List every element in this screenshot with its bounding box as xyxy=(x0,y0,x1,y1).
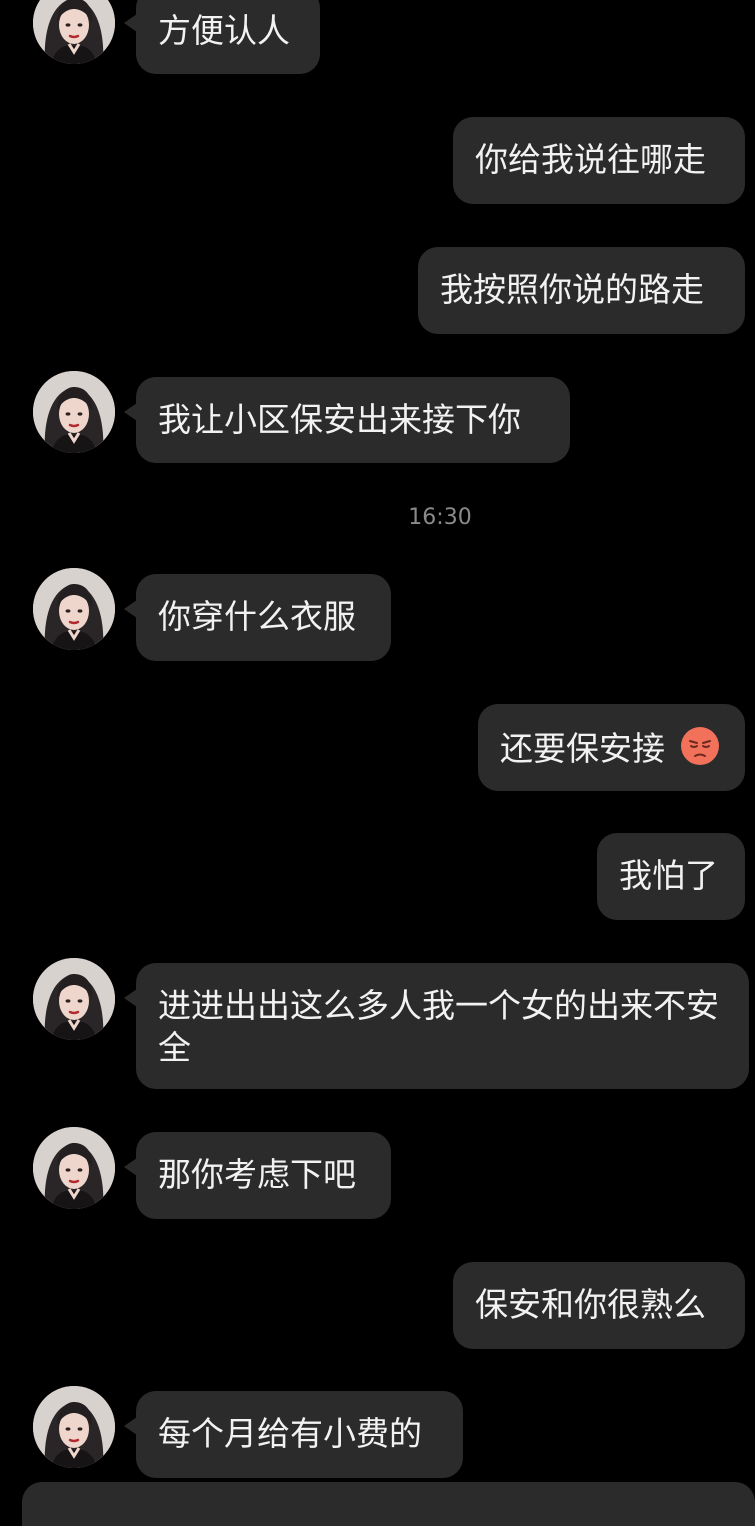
message-bubble[interactable]: 每个月给有小费的 xyxy=(124,1391,463,1478)
avatar-image xyxy=(33,1386,115,1468)
message-text: 我让小区保安出来接下你 xyxy=(158,400,521,439)
message-bubble[interactable]: 你穿什么衣服 xyxy=(124,574,391,661)
message-text: 进进出出这么多人我一个女的出来不安全 xyxy=(158,986,719,1067)
avatar-image xyxy=(33,1127,115,1209)
avatar[interactable] xyxy=(33,0,115,64)
message-text: 还要保安接 xyxy=(500,729,665,768)
message-text: 每个月给有小费的 xyxy=(158,1414,422,1453)
message-text: 保安和你很熟么 xyxy=(475,1285,706,1324)
avatar[interactable] xyxy=(33,568,115,650)
avatar-image xyxy=(33,958,115,1040)
message-text: 那你考虑下吧 xyxy=(158,1155,356,1194)
message-bubble[interactable]: 保安和你很熟么 xyxy=(453,1262,745,1349)
message-text: 你穿什么衣服 xyxy=(158,597,356,636)
avatar[interactable] xyxy=(33,1127,115,1209)
message-text: 我怕了 xyxy=(619,856,718,895)
avatar[interactable] xyxy=(33,1386,115,1468)
message-bubble-partial[interactable] xyxy=(22,1482,755,1526)
pouting-face-icon xyxy=(680,727,719,765)
message-bubble[interactable]: 进进出出这么多人我一个女的出来不安全 xyxy=(124,963,749,1089)
avatar-image xyxy=(33,371,115,453)
avatar[interactable] xyxy=(33,958,115,1040)
message-text: 我按照你说的路走 xyxy=(440,270,704,309)
message-bubble[interactable]: 我让小区保安出来接下你 xyxy=(124,377,570,463)
message-text: 方便认人 xyxy=(158,11,290,50)
message-bubble[interactable]: 还要保安接 xyxy=(478,704,745,791)
message-bubble[interactable]: 方便认人 xyxy=(124,0,320,74)
timestamp: 16:30 xyxy=(408,505,472,530)
message-bubble[interactable]: 我怕了 xyxy=(597,833,745,920)
avatar-image xyxy=(33,568,115,650)
message-bubble[interactable]: 你给我说往哪走 xyxy=(453,117,745,204)
message-text: 你给我说往哪走 xyxy=(475,140,706,179)
avatar[interactable] xyxy=(33,371,115,453)
avatar-image xyxy=(33,0,115,64)
message-bubble[interactable]: 我按照你说的路走 xyxy=(418,247,745,334)
message-bubble[interactable]: 那你考虑下吧 xyxy=(124,1132,391,1219)
